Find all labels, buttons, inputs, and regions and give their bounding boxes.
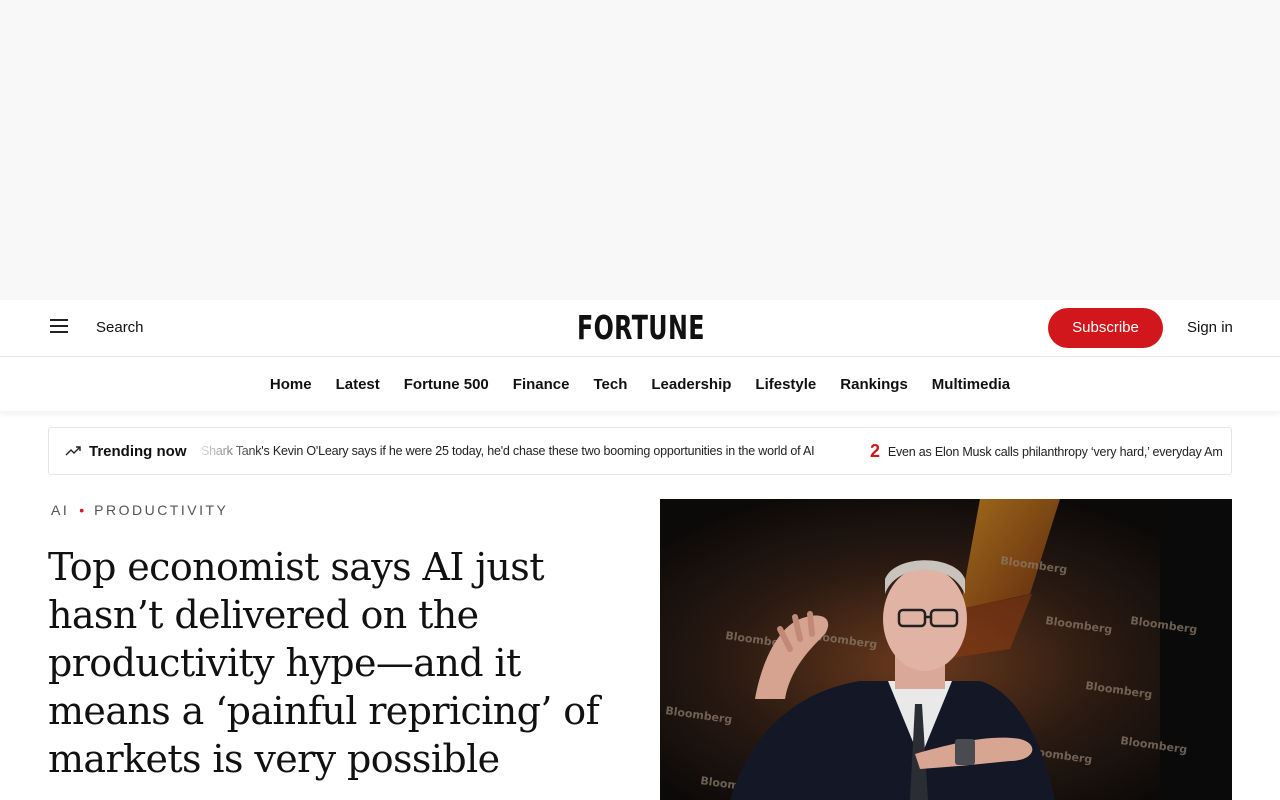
nav-item-tech[interactable]: Tech	[593, 376, 627, 393]
trending-header: Trending now	[65, 428, 187, 474]
article-tags: AI • PRODUCTIVITY	[51, 502, 228, 518]
nav-item-fortune-500[interactable]: Fortune 500	[404, 376, 489, 393]
nav-item-home[interactable]: Home	[270, 376, 312, 393]
nav-item-lifestyle[interactable]: Lifestyle	[755, 376, 816, 393]
nav-item-multimedia[interactable]: Multimedia	[932, 376, 1010, 393]
article-headline: Top economist says AI just hasn’t delive…	[48, 545, 600, 781]
masthead: Search FORTUNE Subscribe Sign in	[0, 300, 1280, 357]
nav-item-leadership[interactable]: Leadership	[651, 376, 731, 393]
nav-item-finance[interactable]: Finance	[513, 376, 570, 393]
hamburger-menu-icon[interactable]	[50, 319, 70, 337]
nav-list: Home Latest Fortune 500 Finance Tech Lea…	[0, 357, 1280, 411]
nav-item-latest[interactable]: Latest	[336, 376, 380, 393]
trending-item-text: Even as Elon Musk calls philanthropy ‘ve…	[887, 445, 1223, 459]
sign-in-link[interactable]: Sign in	[1187, 319, 1233, 336]
trending-item[interactable]: 2 Even as Elon Musk calls philanthropy ‘v…	[870, 428, 1223, 474]
trending-item-number: 2	[870, 441, 880, 461]
hero-image: Bloomberg Bloomberg Bloomberg Bloomberg …	[660, 499, 1232, 800]
trending-item-text: Shark Tank's Kevin O'Leary says if he we…	[201, 444, 815, 458]
search-link[interactable]: Search	[96, 319, 144, 336]
trending-label: Trending now	[89, 442, 187, 460]
tag-ai[interactable]: AI	[51, 502, 69, 518]
fortune-logo[interactable]: FORTUNE	[577, 310, 704, 346]
trending-bar: Trending now Shark Tank's Kevin O'Leary …	[48, 427, 1232, 475]
advertisement-slot	[0, 0, 1280, 300]
trending-up-icon	[65, 446, 81, 456]
tag-separator-dot: •	[79, 502, 85, 518]
trending-ticker: Shark Tank's Kevin O'Leary says if he we…	[201, 428, 1231, 474]
trending-item[interactable]: Shark Tank's Kevin O'Leary says if he we…	[201, 428, 815, 474]
hero-photo-economist: Bloomberg Bloomberg Bloomberg Bloomberg …	[660, 499, 1232, 800]
primary-nav: Home Latest Fortune 500 Finance Tech Lea…	[0, 357, 1280, 411]
nav-item-rankings[interactable]: Rankings	[840, 376, 908, 393]
subscribe-button[interactable]: Subscribe	[1048, 308, 1163, 348]
tag-productivity[interactable]: PRODUCTIVITY	[94, 502, 228, 518]
